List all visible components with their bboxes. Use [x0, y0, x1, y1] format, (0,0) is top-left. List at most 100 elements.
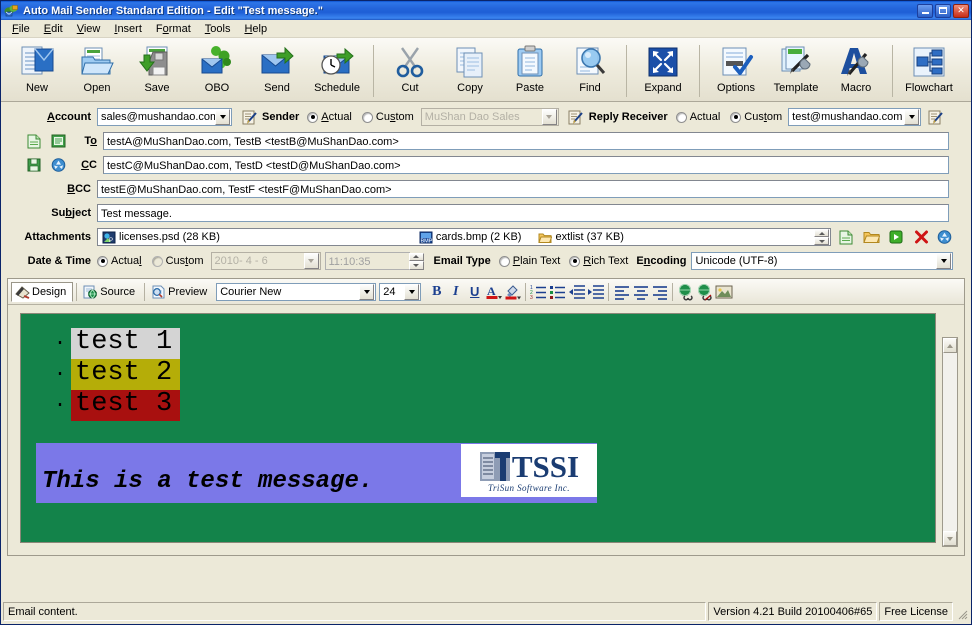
minimize-button[interactable]	[917, 3, 933, 18]
toolbar-button-options[interactable]: Options	[706, 41, 766, 94]
delete-attachment-button[interactable]	[912, 228, 930, 246]
insert-image-button[interactable]	[714, 282, 733, 301]
editor-vertical-scrollbar[interactable]	[942, 337, 958, 547]
scroll-up-button[interactable]	[943, 338, 957, 353]
toolbar-button-macro[interactable]: Macro	[826, 41, 886, 94]
add-file-button[interactable]	[837, 228, 855, 246]
menu-tools[interactable]: Tools	[198, 22, 238, 36]
underline-button[interactable]: U	[465, 282, 484, 301]
increase-indent-button[interactable]	[586, 282, 605, 301]
chevron-down-icon[interactable]	[904, 109, 920, 125]
bold-button[interactable]: B	[427, 282, 446, 301]
toolbar-button-obo[interactable]: OBO	[187, 41, 247, 94]
toolbar-button-paste[interactable]: Paste	[500, 41, 560, 94]
bulleted-list-button[interactable]	[548, 282, 567, 301]
toolbar-button-cut[interactable]: Cut	[380, 41, 440, 94]
insert-link-button[interactable]	[676, 282, 695, 301]
cc-input[interactable]: testC@MuShanDao.com, TestD <testD@MuShan…	[103, 156, 949, 174]
toolbar-label: Options	[717, 82, 755, 94]
sender-label: Sender	[262, 111, 300, 123]
italic-button[interactable]: I	[446, 282, 465, 301]
reply-value-combo[interactable]: test@mushandao.com	[788, 108, 922, 126]
highlight-color-button[interactable]	[503, 282, 522, 301]
menu-file[interactable]: FFileile	[5, 22, 37, 36]
numbered-list-button[interactable]: 123	[529, 282, 548, 301]
attachment-item[interactable]: P licenses.psd (28 KB)	[99, 231, 220, 244]
reply-actual-radio[interactable]: Actual	[675, 111, 720, 123]
chevron-down-icon[interactable]	[936, 253, 951, 269]
sender-custom-radio[interactable]: Custom	[361, 111, 414, 123]
menu-edit[interactable]: Edit	[37, 22, 70, 36]
email-body[interactable]: · test 1 · test 2 · test 3 This is a tes…	[20, 313, 936, 543]
chevron-down-icon[interactable]	[303, 253, 319, 269]
recycle-attachment-button[interactable]	[935, 228, 953, 246]
menu-view[interactable]: View	[70, 22, 108, 36]
close-button[interactable]: ✕	[953, 3, 969, 18]
font-size-combo[interactable]: 24	[379, 282, 422, 301]
chevron-down-icon[interactable]	[359, 283, 375, 300]
align-center-button[interactable]	[631, 282, 650, 301]
recycle-icon[interactable]	[49, 156, 67, 174]
toolbar-button-find[interactable]: Find	[560, 41, 620, 94]
attachments-scroll-spinner[interactable]	[814, 229, 829, 245]
tab-preview[interactable]: Preview	[148, 282, 213, 302]
toolbar-button-schedule[interactable]: Schedule	[307, 41, 367, 94]
scroll-down-button[interactable]	[943, 531, 957, 546]
chevron-down-icon[interactable]	[215, 109, 230, 125]
toolbar-button-save[interactable]: Save	[127, 41, 187, 94]
toolbar-button-flowchart[interactable]: Flowchart	[899, 41, 959, 94]
account-value: sales@mushandao.com	[101, 111, 215, 123]
dt-custom-radio[interactable]: Custom	[151, 255, 204, 267]
open-attachment-button[interactable]	[887, 228, 905, 246]
to-input[interactable]: testA@MuShanDao.com, TestB <testB@MuShan…	[103, 132, 949, 150]
align-left-button[interactable]	[612, 282, 631, 301]
reply-extra-edit-icon[interactable]	[926, 108, 944, 126]
decrease-indent-button[interactable]	[567, 282, 586, 301]
account-combo[interactable]: sales@mushandao.com	[97, 108, 232, 126]
toolbar-button-open[interactable]: Open	[67, 41, 127, 94]
resize-grip-icon[interactable]	[955, 602, 969, 621]
date-value: 2010- 4 - 6	[214, 255, 268, 267]
add-folder-button[interactable]	[862, 228, 880, 246]
align-right-button[interactable]	[650, 282, 669, 301]
plain-text-radio[interactable]: Plain Text	[498, 255, 560, 267]
encoding-combo[interactable]: Unicode (UTF-8)	[691, 252, 953, 270]
attachment-item[interactable]: extlist (37 KB)	[535, 231, 624, 244]
toolbar-button-template[interactable]: Template	[766, 41, 826, 94]
time-field[interactable]: 11:10:35	[324, 252, 410, 270]
new-page-icon[interactable]	[25, 132, 43, 150]
font-color-button[interactable]: A	[484, 282, 503, 301]
save-green-icon[interactable]	[25, 156, 43, 174]
menu-format[interactable]: Format	[149, 22, 198, 36]
menu-help[interactable]: Help	[237, 22, 274, 36]
toolbar-button-copy[interactable]: Copy	[440, 41, 500, 94]
subject-input[interactable]: Test message.	[97, 204, 949, 222]
toolbar-button-new[interactable]: New	[7, 41, 67, 94]
tab-source[interactable]: Source	[80, 282, 141, 302]
bcc-row: BCC testE@MuShanDao.com, TestF <testF@Mu…	[7, 178, 965, 200]
sender-custom-combo[interactable]: MuShan Dao Sales	[420, 108, 559, 126]
dt-actual-radio[interactable]: Actual	[97, 255, 142, 267]
chevron-down-icon[interactable]	[404, 283, 420, 300]
rich-text-radio[interactable]: Rich Text	[569, 255, 628, 267]
toolbar-button-expand[interactable]: Expand	[633, 41, 693, 94]
sender-actual-radio[interactable]: Actual	[307, 111, 352, 123]
reply-edit-icon[interactable]	[567, 108, 585, 126]
attachment-item[interactable]: BMP cards.bmp (2 KB)	[416, 231, 521, 244]
reply-custom-radio[interactable]: Custom	[730, 111, 782, 123]
maximize-button[interactable]	[935, 3, 951, 18]
editor-canvas[interactable]: · test 1 · test 2 · test 3 This is a tes…	[8, 305, 964, 555]
sender-edit-icon[interactable]	[240, 108, 258, 126]
toolbar-button-send[interactable]: Send	[247, 41, 307, 94]
menu-insert[interactable]: Insert	[107, 22, 149, 36]
address-book-icon[interactable]	[49, 132, 67, 150]
remove-link-button[interactable]	[695, 282, 714, 301]
tab-design[interactable]: Design	[11, 281, 74, 302]
font-family-combo[interactable]: Courier New	[216, 282, 377, 301]
attachments-list[interactable]: P licenses.psd (28 KB) BMP cards.bmp (2 …	[97, 228, 831, 246]
toolbar-separator	[373, 45, 374, 97]
bcc-input[interactable]: testE@MuShanDao.com, TestF <testF@MuShan…	[97, 180, 949, 198]
chevron-down-icon[interactable]	[541, 109, 557, 125]
time-stepper[interactable]	[408, 252, 424, 270]
date-picker[interactable]: 2010- 4 - 6	[210, 252, 321, 270]
